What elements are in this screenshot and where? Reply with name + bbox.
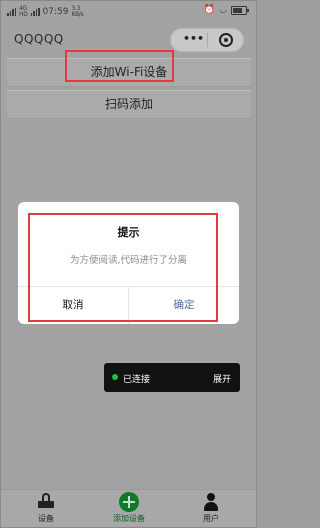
- tab-devices[interactable]: 设备: [11, 492, 81, 527]
- scan-to-add-button[interactable]: 扫码添加: [7, 90, 251, 119]
- signal-icon-2: [30, 8, 40, 16]
- router-icon: [36, 492, 56, 512]
- miniprogram-capsule: •••: [170, 28, 244, 52]
- page-title: QQQQQ: [14, 32, 64, 46]
- tab-user[interactable]: 用户: [176, 492, 246, 527]
- close-target-icon[interactable]: [219, 33, 233, 47]
- user-icon: [201, 492, 221, 512]
- wifi-icon: ◡: [219, 5, 227, 15]
- battery-icon: [231, 5, 249, 15]
- connection-status: 已连接: [123, 375, 151, 385]
- phone-screen: 4G HD 07:59 3.3 KB/s ⏰ ◡ QQQQQ ••• 添加Wi-Fi…: [0, 0, 257, 528]
- status-bar: 4G HD 07:59 3.3 KB/s ⏰ ◡: [1, 1, 256, 23]
- status-left: 4G HD 07:59 3.3 KB/s: [7, 5, 84, 18]
- highlight-box-add-wifi: [65, 50, 174, 82]
- tab-label-devices: 设备: [38, 514, 54, 523]
- add-circle-icon: [119, 492, 139, 512]
- tab-label-add-device: 添加设备: [113, 514, 145, 523]
- expand-button[interactable]: 展开: [213, 372, 231, 385]
- status-right: ⏰ ◡: [203, 5, 249, 15]
- tab-bar: 设备 添加设备 用户: [1, 489, 256, 527]
- signal-icon: [7, 8, 16, 16]
- connected-dot-icon: [112, 374, 118, 380]
- capsule-divider: [207, 33, 208, 47]
- more-icon[interactable]: •••: [183, 32, 204, 45]
- highlight-box-dialog: [28, 213, 218, 322]
- connection-toast: 已连接 展开: [104, 363, 240, 392]
- tab-label-user: 用户: [203, 514, 219, 523]
- network-type: 4G HD: [19, 5, 28, 18]
- tab-add-device[interactable]: 添加设备: [94, 492, 164, 527]
- status-time: 07:59: [42, 7, 69, 17]
- alarm-icon: ⏰: [203, 5, 216, 15]
- battery-fill: [233, 7, 242, 13]
- network-speed: 3.3 KB/s: [71, 5, 84, 18]
